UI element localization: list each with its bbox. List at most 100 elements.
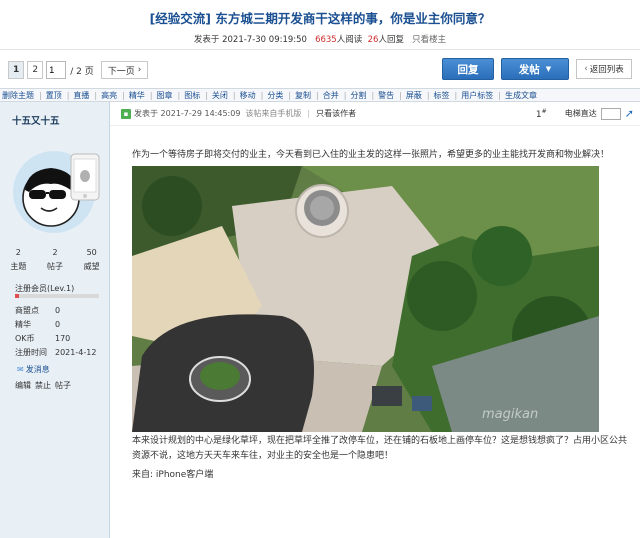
admin-actions: 编辑 禁止 帖子: [15, 380, 71, 391]
info-key: 精华: [15, 319, 31, 329]
thread-title: [经验交流] 东方城三期开发商干这样的事，你是业主你同意？: [0, 0, 640, 27]
toolbar-item[interactable]: 分类: [267, 90, 283, 101]
toolbar-separator: |: [343, 90, 347, 100]
send-message-link[interactable]: ✉ 发消息: [17, 364, 50, 375]
post-paragraph-2: 本来设计规划的中心是绿化草坪，现在把草坪全推了改停车位，还在铺的石板地上画停车位…: [132, 436, 628, 461]
stat-topics-label: 主题: [10, 262, 27, 271]
total-pages: / 2 页: [70, 66, 94, 77]
jump-floor-arrow-icon[interactable]: ➚: [625, 107, 634, 120]
toolbar-item[interactable]: 分割: [350, 90, 366, 101]
reply-label: 人回复: [378, 35, 404, 45]
thread-category[interactable]: [经验交流]: [150, 11, 211, 26]
jump-floor-label: 电梯直达: [564, 109, 597, 118]
toolbar-item[interactable]: 警告: [378, 90, 394, 101]
return-list-label: 返回列表: [589, 65, 624, 75]
user-posts-link[interactable]: 帖子: [55, 380, 71, 391]
info-key: 注册时间: [15, 347, 47, 357]
pagination: 1 2 / 2 页 下一页›: [8, 61, 149, 79]
toolbar-item[interactable]: 用户标签: [461, 90, 493, 101]
info-row: OK币 170: [15, 332, 105, 344]
post-photo[interactable]: magikan: [132, 166, 599, 432]
next-page-button[interactable]: 下一页 ›: [100, 61, 149, 79]
only-thread-author-link[interactable]: 只看楼主: [412, 35, 446, 45]
toolbar-separator: |: [399, 90, 402, 100]
author-info: 商盟点 0 精华 0 OK币 170 注册时间 2021-4-12: [15, 304, 105, 360]
stat-posts-num: 2: [52, 248, 58, 257]
user-level[interactable]: 注册会员(Lev.1): [15, 283, 74, 294]
page-link-1[interactable]: 1: [8, 61, 25, 79]
toolbar-item[interactable]: 屏蔽: [406, 90, 422, 101]
toolbar-separator: |: [66, 90, 70, 100]
toolbar-item[interactable]: 图章: [157, 90, 173, 101]
ban-user-link[interactable]: 禁止: [35, 380, 51, 391]
post-source[interactable]: 该帖来自手机版: [245, 108, 301, 119]
toolbar-separator: |: [122, 90, 125, 100]
toolbar-separator: |: [454, 90, 458, 100]
toolbar-item[interactable]: 标签: [434, 90, 450, 101]
info-row: 注册时间 2021-4-12: [15, 346, 105, 358]
info-row: 商盟点 0: [15, 304, 105, 316]
new-post-button[interactable]: 发帖 ▼: [501, 58, 569, 80]
chevron-right-icon: ›: [137, 65, 142, 75]
stat-posts[interactable]: 2 帖子: [37, 248, 74, 272]
return-list-button[interactable]: ‹ 返回列表: [576, 59, 632, 79]
author-sidebar: 十五又十五 2 主题 2 帖子 50 威望 注册会员(Lev.1) 商盟点 0 …: [0, 102, 110, 538]
info-row: 精华 0: [15, 318, 105, 330]
stat-prestige-label: 威望: [83, 262, 100, 271]
toolbar-item[interactable]: 合并: [323, 90, 339, 101]
toolbar-separator: |: [205, 90, 208, 100]
level-progress-bar: [15, 294, 99, 298]
info-key: 商盟点: [15, 305, 39, 315]
toolbar-item[interactable]: 置顶: [46, 90, 62, 101]
info-value: 0: [55, 305, 61, 315]
thread-title-text: 东方城三期开发商干这样的事，你是业主你同意？: [215, 11, 491, 26]
stat-prestige-num: 50: [86, 248, 97, 257]
page-link-2[interactable]: 2: [27, 61, 44, 79]
toolbar-item[interactable]: 复制: [295, 90, 311, 101]
view-label: 人阅读: [336, 35, 363, 45]
photo-watermark: magikan: [482, 407, 538, 422]
reply-button[interactable]: 回复: [442, 58, 494, 80]
divider: |: [307, 109, 311, 118]
toolbar-separator: |: [149, 90, 153, 100]
next-page-label: 下一页: [107, 66, 135, 77]
author-name[interactable]: 十五又十五: [0, 102, 109, 127]
toolbar-separator: |: [260, 90, 264, 100]
post-from: 来自: iPhone客户端: [132, 470, 214, 480]
stat-posts-label: 帖子: [47, 262, 63, 271]
message-icon: ✉: [17, 365, 24, 374]
only-author-link[interactable]: 只看该作者: [316, 108, 356, 119]
toolbar-item[interactable]: 删除主题: [2, 90, 34, 101]
toolbar-item[interactable]: 移动: [240, 90, 256, 101]
author-stats: 2 主题 2 帖子 50 威望: [0, 248, 110, 272]
toolbar-separator: |: [232, 90, 236, 100]
toolbar-item[interactable]: 关闭: [212, 90, 228, 101]
toolbar-item[interactable]: 直播: [73, 90, 89, 101]
post-area: 十五又十五 2 主题 2 帖子 50 威望 注册会员(Lev.1) 商盟点 0 …: [0, 102, 640, 538]
aerial-photo-illustration: magikan: [132, 166, 599, 432]
jump-floor-input[interactable]: [600, 107, 621, 120]
info-value: 2021-4-12: [55, 347, 97, 357]
stat-topics-num: 2: [15, 248, 21, 257]
post-paragraph-1: 作为一个等待房子即将交付的业主，今天看到已入住的业主发的这样一张照片，希望更多的…: [132, 150, 610, 160]
toolbar-separator: |: [288, 90, 292, 100]
info-value: 170: [55, 333, 71, 343]
posted-prefix: 发表于: [193, 35, 220, 45]
edit-user-link[interactable]: 编辑: [15, 380, 31, 391]
floor-indicator: 1# 电梯直达 ➚: [536, 107, 634, 120]
online-status-icon: ▪: [121, 108, 131, 119]
stat-topics[interactable]: 2 主题: [0, 248, 37, 272]
toolbar-item[interactable]: 图标: [184, 90, 200, 101]
toolbar-item[interactable]: 高亮: [101, 90, 117, 101]
thread-header: [经验交流] 东方城三期开发商干这样的事，你是业主你同意？ 发表于 2021-7…: [0, 0, 640, 50]
info-key: OK币: [15, 333, 35, 343]
post-content: ▪ 发表于 2021-7-29 14:45:09 该帖来自手机版 | 只看该作者…: [110, 102, 640, 538]
page-jump-input[interactable]: [46, 61, 67, 79]
toolbar-item[interactable]: 精华: [129, 90, 145, 101]
send-message-label: 发消息: [25, 365, 50, 374]
avatar[interactable]: [13, 148, 101, 236]
toolbar-item[interactable]: 生成文章: [505, 90, 537, 101]
pager-row: 1 2 / 2 页 下一页› 回复 发帖 ▼ ‹返回列表: [0, 50, 640, 88]
thread-meta: 发表于 2021-7-30 09:19:50 6635人阅读 26人回复 只看楼…: [0, 33, 640, 45]
level-progress-fill: [15, 294, 20, 298]
